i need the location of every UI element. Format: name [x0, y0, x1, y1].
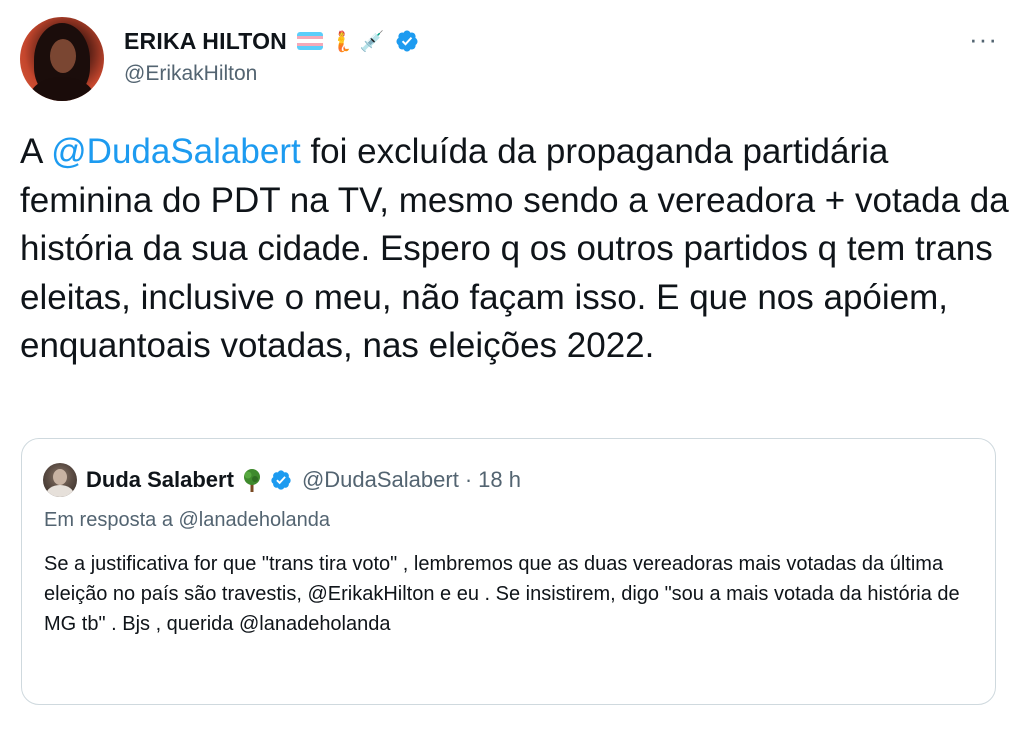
transgender-flag-icon	[296, 32, 323, 50]
quoted-author-avatar[interactable]	[43, 463, 77, 497]
quoted-avatar-body	[46, 485, 74, 497]
quoted-verified-badge-icon	[271, 470, 291, 490]
mermaid-icon: 🧜	[328, 29, 354, 53]
quoted-handle[interactable]: @DudaSalabert	[302, 467, 459, 493]
avatar-face	[50, 39, 76, 73]
quoted-tweet[interactable]: Duda Salabert @DudaSalabert · 18 h Em re…	[21, 438, 996, 705]
quoted-reply-context: Em resposta a @lanadeholanda	[44, 509, 331, 531]
tweet: ERIKA HILTON 🧜 💉 @ErikakHilton ··· A @Du…	[0, 0, 1024, 730]
author-handle[interactable]: @ErikakHilton	[124, 62, 257, 86]
quoted-avatar-face	[53, 469, 67, 485]
author-avatar[interactable]	[20, 17, 104, 101]
tree-icon	[243, 469, 260, 492]
quoted-header: Duda Salabert @DudaSalabert · 18 h	[86, 465, 521, 495]
tweet-text-prefix: A	[20, 132, 52, 171]
quoted-display-name[interactable]: Duda Salabert	[86, 467, 234, 493]
verified-badge-icon	[396, 30, 418, 52]
mention-link[interactable]: @DudaSalabert	[51, 132, 301, 171]
author-name-row[interactable]: ERIKA HILTON 🧜 💉	[124, 24, 419, 58]
quoted-separator: ·	[464, 467, 473, 492]
more-options-icon[interactable]: ···	[969, 26, 998, 52]
syringe-icon: 💉	[359, 29, 385, 53]
quoted-tweet-text: Se a justificativa for que "trans tira v…	[44, 553, 960, 635]
author-display-name[interactable]: ERIKA HILTON	[124, 28, 287, 55]
quoted-timestamp[interactable]: 18 h	[478, 467, 521, 493]
tweet-text: A @DudaSalabert foi excluída da propagan…	[20, 128, 1010, 371]
